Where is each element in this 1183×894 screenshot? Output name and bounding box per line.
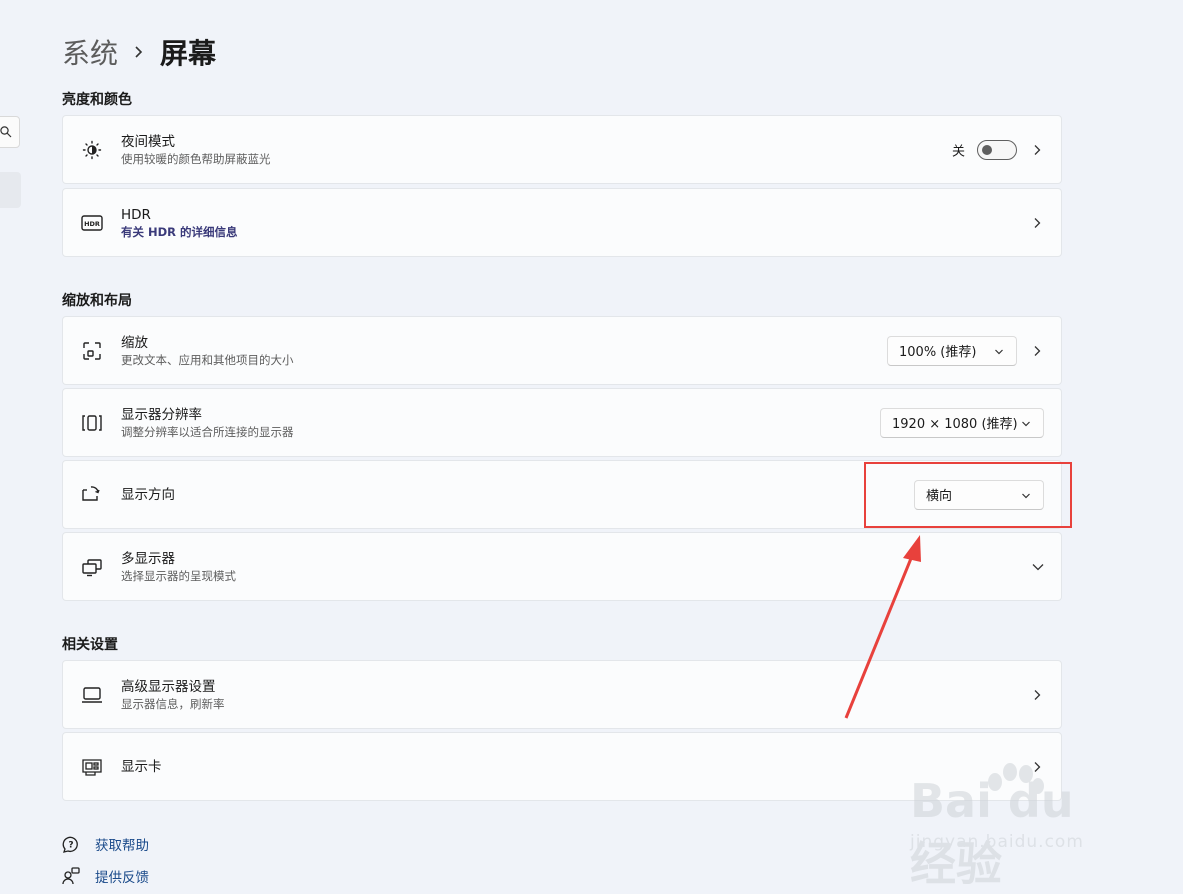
brightness-icon xyxy=(81,139,103,161)
feedback-icon xyxy=(62,866,84,886)
baidu-watermark: Bai du 经验 jingyan.baidu.com xyxy=(900,752,1130,891)
get-help-label: 获取帮助 xyxy=(95,838,149,854)
chevron-right-icon[interactable] xyxy=(1031,689,1043,701)
chevron-down-icon xyxy=(995,349,1003,354)
chevron-down-icon[interactable] xyxy=(1031,560,1045,574)
orientation-title: 显示方向 xyxy=(121,486,175,503)
get-help-link[interactable]: ? 获取帮助 xyxy=(62,834,149,854)
advanced-display-subtitle: 显示器信息，刷新率 xyxy=(121,696,225,711)
breadcrumb: 系统 屏幕 xyxy=(62,30,216,74)
svg-text:?: ? xyxy=(68,841,73,851)
page-title: 屏幕 xyxy=(160,37,217,70)
multi-display-icon xyxy=(81,556,103,578)
sidebar-selected-item[interactable] xyxy=(0,172,21,208)
resolution-title: 显示器分辨率 xyxy=(121,406,202,423)
resolution-dropdown[interactable]: 1920 × 1080 (推荐) xyxy=(880,407,1044,438)
multi-display-card[interactable]: 多显示器 选择显示器的呈现模式 xyxy=(62,532,1062,601)
night-mode-toggle[interactable] xyxy=(977,139,1017,160)
feedback-label: 提供反馈 xyxy=(95,870,149,886)
scale-card[interactable]: 缩放 更改文本、应用和其他项目的大小 100% (推荐) xyxy=(62,316,1062,385)
chevron-right-icon[interactable] xyxy=(1031,217,1043,229)
hdr-details-link[interactable]: 有关 HDR 的详细信息 xyxy=(121,224,238,240)
search-icon xyxy=(0,126,12,138)
chevron-right-icon[interactable] xyxy=(1031,345,1043,357)
scale-subtitle: 更改文本、应用和其他项目的大小 xyxy=(121,352,294,367)
highlight-box xyxy=(864,462,1072,528)
hdr-card[interactable]: HDR HDR 有关 HDR 的详细信息 xyxy=(62,188,1062,257)
scale-dropdown[interactable]: 100% (推荐) xyxy=(887,335,1017,366)
svg-text:HDR: HDR xyxy=(84,220,100,228)
advanced-display-card[interactable]: 高级显示器设置 显示器信息，刷新率 xyxy=(62,660,1062,729)
section-scale-layout: 缩放和布局 xyxy=(62,293,132,309)
resolution-icon xyxy=(81,412,103,434)
chevron-right-icon[interactable] xyxy=(1031,144,1043,156)
resolution-value: 1920 × 1080 (推荐) xyxy=(892,417,1018,432)
multi-display-subtitle: 选择显示器的呈现模式 xyxy=(121,568,236,583)
resolution-card[interactable]: 显示器分辨率 调整分辨率以适合所连接的显示器 1920 × 1080 (推荐) xyxy=(62,388,1062,457)
search-box[interactable] xyxy=(0,116,20,148)
night-mode-subtitle: 使用较暖的颜色帮助屏蔽蓝光 xyxy=(121,151,271,166)
advanced-display-title: 高级显示器设置 xyxy=(121,678,216,695)
multi-display-title: 多显示器 xyxy=(121,550,175,567)
help-icon: ? xyxy=(62,834,84,854)
scale-title: 缩放 xyxy=(121,334,148,351)
chevron-right-icon xyxy=(134,45,144,59)
breadcrumb-parent[interactable]: 系统 xyxy=(62,32,118,72)
chevron-down-icon xyxy=(1022,421,1030,426)
night-mode-title: 夜间模式 xyxy=(121,133,175,150)
graphics-title: 显示卡 xyxy=(121,758,162,775)
section-related: 相关设置 xyxy=(62,637,118,653)
night-mode-card[interactable]: 夜间模式 使用较暖的颜色帮助屏蔽蓝光 关 xyxy=(62,115,1062,184)
hdr-title: HDR xyxy=(121,206,151,223)
scale-value: 100% (推荐) xyxy=(899,345,977,360)
scale-icon xyxy=(81,340,103,362)
hdr-icon: HDR xyxy=(81,212,103,234)
night-mode-toggle-label: 关 xyxy=(951,144,965,159)
graphics-card-icon xyxy=(81,756,103,778)
section-brightness: 亮度和颜色 xyxy=(62,92,132,108)
feedback-link[interactable]: 提供反馈 xyxy=(62,866,149,886)
resolution-subtitle: 调整分辨率以适合所连接的显示器 xyxy=(121,424,294,439)
watermark-url: jingyan.baidu.com xyxy=(910,832,1084,852)
orientation-icon xyxy=(81,484,103,506)
monitor-icon xyxy=(81,684,103,706)
